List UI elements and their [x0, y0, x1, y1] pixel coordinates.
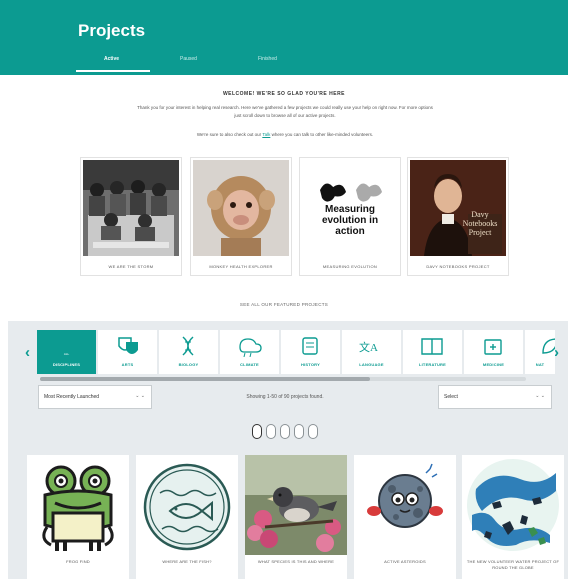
- project-label: WHERE ARE THE FISH?: [162, 559, 212, 564]
- welcome-talk-text: We're sure to also check out our Talk wh…: [130, 132, 440, 137]
- frog-icon: [27, 455, 129, 555]
- discipline-label: CLIMATE: [240, 362, 259, 367]
- discipline-biology[interactable]: BIOLOGY: [159, 330, 218, 374]
- tab-finished[interactable]: Finished: [258, 56, 277, 62]
- fish-icon: [136, 455, 238, 555]
- project-card[interactable]: WHERE ARE THE FISH?: [136, 455, 238, 579]
- discipline-nature[interactable]: NAT: [525, 330, 555, 374]
- discipline-label: LITERATURE: [418, 362, 447, 367]
- project-card[interactable]: WHAT SPECIES IS THIS AND WHERE: [245, 455, 347, 579]
- discipline-label: NAT: [535, 362, 545, 367]
- language-icon: 文A: [359, 340, 378, 354]
- cloud-rain-icon: [239, 338, 262, 357]
- project-image-bird: [245, 455, 347, 555]
- featured-image-classroom: [83, 160, 179, 256]
- discipline-label: BIOLOGY: [178, 362, 199, 367]
- featured-card[interactable]: WE ARE THE STORM: [80, 157, 182, 276]
- welcome-talk-text-before: We're sure to also check out our: [196, 132, 262, 137]
- asteroid-icon: [354, 455, 456, 555]
- page-header: Projects Active Paused Finished: [0, 0, 568, 75]
- welcome-heading: WELCOME! WE'RE SO GLAD YOU'RE HERE: [222, 91, 346, 97]
- chevron-left-icon[interactable]: ‹: [25, 344, 30, 361]
- featured-image-portrait: Davy Notebooks Project: [410, 160, 506, 256]
- results-count: Showing 1-50 of 90 projects found.: [246, 394, 324, 400]
- featured-image-title: Measuring evolution in action: [321, 204, 379, 237]
- featured-label: DAVY NOTEBOOKS PROJECT: [426, 264, 490, 269]
- page-title: Projects: [78, 21, 146, 40]
- discipline-label: MEDICINE: [482, 362, 505, 367]
- featured-image-title: Davy Notebooks Project: [462, 210, 498, 237]
- discipline-history[interactable]: HISTORY: [281, 330, 340, 374]
- chevron-down-icon: ⌄ ⌄: [535, 393, 545, 399]
- featured-card[interactable]: Measuring evolution in action MEASURING …: [299, 157, 401, 276]
- project-card[interactable]: ACTIVE ASTEROIDS: [354, 455, 456, 579]
- featured-card[interactable]: MONKEY HEALTH EXPLORER: [190, 157, 292, 276]
- welcome-talk-text-after: where you can talk to other like-minded …: [271, 132, 374, 137]
- tab-active[interactable]: Active: [104, 56, 119, 62]
- page-dot[interactable]: [308, 424, 318, 439]
- page-dot[interactable]: [280, 424, 290, 439]
- see-all-featured-link[interactable]: SEE ALL OUR FEATURED PROJECTS: [0, 302, 568, 307]
- project-label: ACTIVE ASTEROIDS: [384, 559, 426, 564]
- page-dot-active[interactable]: [252, 424, 262, 439]
- featured-image-monkey: [193, 160, 289, 256]
- leaf-icon: [542, 338, 555, 354]
- talk-link[interactable]: Talk: [262, 132, 270, 137]
- discipline-medicine[interactable]: MEDICINE: [464, 330, 523, 374]
- discipline-label: DISCIPLINES: [52, 362, 81, 367]
- active-tab-indicator: [76, 70, 150, 72]
- featured-label: MONKEY HEALTH EXPLORER: [209, 264, 273, 269]
- project-label: FROG FIND: [66, 559, 90, 564]
- discipline-sub-label: ALL: [63, 352, 70, 356]
- language-select-value: Select: [444, 394, 458, 400]
- featured-card[interactable]: Davy Notebooks Project DAVY NOTEBOOKS PR…: [407, 157, 509, 276]
- medical-kit-icon: [484, 339, 502, 355]
- chevron-down-icon: ⌄ ⌄: [135, 393, 145, 399]
- language-select[interactable]: Select ⌄ ⌄: [438, 385, 552, 409]
- discipline-label: LANGUAGE: [359, 362, 384, 367]
- discipline-arts[interactable]: ARTS: [98, 330, 157, 374]
- page-dot[interactable]: [294, 424, 304, 439]
- discipline-literature[interactable]: LITERATURE: [403, 330, 462, 374]
- sort-select[interactable]: Most Recently Launched ⌄ ⌄: [38, 385, 152, 409]
- featured-label: MEASURING EVOLUTION: [322, 264, 378, 269]
- discipline-all[interactable]: ALL DISCIPLINES: [37, 330, 96, 374]
- project-label: WHAT SPECIES IS THIS AND WHERE: [257, 559, 335, 564]
- svg-text:文A: 文A: [359, 340, 378, 354]
- project-card[interactable]: FROG FIND: [27, 455, 129, 579]
- discipline-scrollbar-thumb[interactable]: [40, 377, 370, 381]
- discipline-label: HISTORY: [301, 362, 320, 367]
- scroll-icon: [302, 337, 318, 355]
- discipline-climate[interactable]: CLIMATE: [220, 330, 279, 374]
- project-card[interactable]: THE NEW VOLUNTEER WATER PROJECT OF ROUND…: [462, 455, 564, 579]
- map-icon: [462, 455, 564, 555]
- featured-image-evolution: Measuring evolution in action: [302, 160, 398, 256]
- theater-masks-icon: [118, 337, 138, 354]
- featured-label: WE ARE THE STORM: [108, 264, 154, 269]
- discipline-language[interactable]: 文A LANGUAGE: [342, 330, 401, 374]
- sort-select-value: Most Recently Launched: [44, 394, 100, 400]
- welcome-text: Thank you for your interest in helping r…: [137, 105, 433, 118]
- page-dot[interactable]: [266, 424, 276, 439]
- discipline-label: ARTS: [121, 362, 134, 367]
- project-label: THE NEW VOLUNTEER WATER PROJECT OF ROUND…: [466, 559, 560, 570]
- book-icon: [421, 338, 443, 355]
- dna-icon: [182, 336, 194, 356]
- tab-paused[interactable]: Paused: [180, 56, 197, 62]
